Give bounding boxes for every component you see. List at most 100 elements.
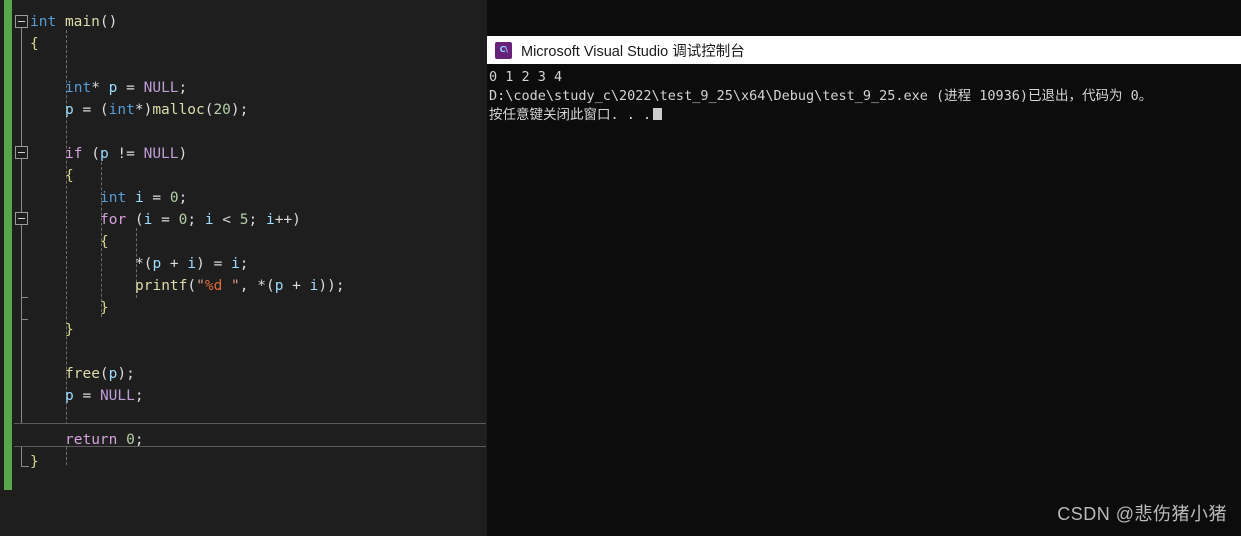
code-line-20[interactable]: return 0;	[30, 429, 144, 451]
token: 0	[126, 432, 135, 448]
token: ;	[248, 212, 266, 228]
token: ;	[134, 388, 144, 404]
token: (	[126, 212, 144, 228]
token: p	[65, 388, 74, 404]
desktop-backdrop	[487, 0, 1241, 36]
console-title: Microsoft Visual Studio 调试控制台	[521, 43, 745, 60]
token: =	[73, 388, 100, 404]
token: "	[222, 278, 240, 294]
change-indicator-bar	[4, 0, 12, 490]
console-output: 0 1 2 3 4 D:\code\study_c\2022\test_9_25\…	[487, 64, 1241, 125]
code-line-15[interactable]: }	[30, 319, 74, 341]
fold-toggle-for[interactable]	[15, 212, 28, 225]
token: main	[64, 14, 100, 30]
token: <	[213, 212, 240, 228]
code-line-7[interactable]: if (p != NULL)	[30, 143, 187, 165]
token: {	[100, 234, 109, 250]
token: ()	[99, 14, 118, 30]
code-line-1[interactable]: int main()	[30, 11, 117, 33]
token: i	[134, 190, 144, 206]
token: int	[30, 14, 57, 30]
token: , *(	[239, 278, 275, 294]
token: }	[65, 322, 74, 338]
token: return	[65, 432, 118, 448]
token: p	[99, 146, 109, 162]
token: {	[65, 168, 74, 184]
fold-toggle-if[interactable]	[15, 146, 28, 159]
code-line-11[interactable]: {	[30, 231, 109, 253]
token: *	[91, 80, 109, 96]
token: +	[283, 278, 310, 294]
token: );	[117, 366, 135, 382]
token: {	[30, 36, 39, 52]
code-line-12[interactable]: *(p + i) = i;	[30, 253, 249, 275]
fold-end-if	[21, 319, 28, 320]
token: malloc	[152, 102, 205, 118]
token: printf	[135, 278, 188, 294]
visual-studio-console-icon: C\	[495, 41, 512, 59]
code-line-9[interactable]: int i = 0;	[30, 187, 187, 209]
token: if	[65, 146, 83, 162]
token: ) =	[196, 256, 232, 272]
token: NULL	[99, 388, 135, 404]
token: );	[230, 102, 249, 118]
token: ;	[239, 256, 249, 272]
token: i	[231, 256, 240, 272]
token: !=	[108, 146, 144, 162]
token: =	[117, 80, 144, 96]
token: p	[65, 102, 74, 118]
console-line-3: 按任意键关闭此窗口. . .	[489, 106, 1241, 125]
code-line-14[interactable]: }	[30, 297, 109, 319]
token: = (	[73, 102, 109, 118]
token: }	[30, 454, 39, 470]
token: *(	[135, 256, 153, 272]
code-line-6[interactable]	[30, 121, 65, 143]
fold-end-for	[21, 297, 28, 298]
code-line-18[interactable]: p = NULL;	[30, 385, 144, 407]
token: ;	[178, 190, 188, 206]
code-line-17[interactable]: free(p);	[30, 363, 135, 385]
token: (	[99, 366, 109, 382]
token: int	[100, 190, 127, 206]
token: p	[152, 256, 162, 272]
code-line-13[interactable]: printf("%d ", *(p + i));	[30, 275, 345, 297]
code-line-16[interactable]	[30, 341, 65, 363]
code-line-10[interactable]: for (i = 0; i < 5; i++)	[30, 209, 301, 231]
token: ;	[134, 432, 144, 448]
code-line-19[interactable]	[30, 407, 65, 429]
console-titlebar[interactable]: C\ Microsoft Visual Studio 调试控制台	[487, 36, 1241, 64]
outlining-gutter[interactable]	[12, 0, 32, 536]
code-line-8[interactable]: {	[30, 165, 74, 187]
token: ;	[187, 212, 205, 228]
console-window[interactable]: C\ Microsoft Visual Studio 调试控制台 0 1 2 3…	[487, 36, 1241, 536]
token: NULL	[143, 80, 179, 96]
token: ++)	[274, 212, 301, 228]
token: "	[196, 278, 205, 294]
token: )	[178, 146, 188, 162]
code-editor-pane[interactable]: int main(){int* p = NULL; p = (int*)mallo…	[0, 0, 487, 536]
code-line-21[interactable]: }	[30, 451, 39, 473]
code-line-4[interactable]: int* p = NULL;	[30, 77, 187, 99]
code-line-5[interactable]: p = (int*)malloc(20);	[30, 99, 248, 121]
token: NULL	[143, 146, 179, 162]
console-cursor	[653, 108, 663, 120]
console-line-2: D:\code\study_c\2022\test_9_25\x64\Debug…	[489, 88, 1153, 104]
token: for	[100, 212, 127, 228]
csdn-watermark: CSDN @悲伤猪小猪	[1057, 504, 1227, 524]
token: =	[152, 212, 179, 228]
console-icon-glyph: C\	[499, 45, 508, 54]
token: 0	[169, 190, 179, 206]
token: i	[204, 212, 214, 228]
code-line-3[interactable]	[30, 55, 65, 77]
token: i	[187, 256, 197, 272]
token: (	[82, 146, 100, 162]
token: %d	[204, 278, 223, 294]
fold-toggle-main[interactable]	[15, 15, 28, 28]
token: 20	[213, 102, 231, 118]
code-line-2[interactable]: {	[30, 33, 39, 55]
token: +	[161, 256, 188, 272]
token: (	[187, 278, 197, 294]
